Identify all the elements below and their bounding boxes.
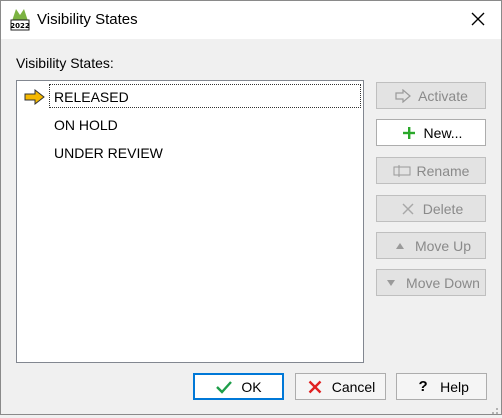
x-icon [399,201,417,217]
x-icon [306,379,324,395]
cancel-button[interactable]: Cancel [295,373,386,400]
visibility-states-list[interactable]: RELEASED ON HOLD UNDER REVIEW [16,80,364,363]
list-item-under-review[interactable]: UNDER REVIEW [17,139,363,165]
list-item-released[interactable]: RELEASED [17,83,363,109]
move-down-label: Move Down [406,274,480,291]
list-item-label: ON HOLD [54,117,118,133]
title-bar[interactable]: 2022 Visibility States [1,1,501,39]
close-icon [471,12,485,29]
ok-button[interactable]: OK [193,373,284,400]
move-down-button[interactable]: Move Down [376,269,486,296]
activate-button[interactable]: Activate [376,82,486,109]
app-2022-icon: 2022 [10,7,30,31]
close-button[interactable] [463,7,493,33]
dialog-title: Visibility States [37,11,138,28]
help-label: Help [440,378,469,395]
resize-grip[interactable] [489,402,499,414]
cancel-label: Cancel [331,378,376,395]
help-button[interactable]: ? Help [396,373,487,400]
svg-text:2022: 2022 [10,22,30,30]
triangle-down-icon [382,275,400,291]
move-up-button[interactable]: Move Up [376,232,486,259]
delete-button[interactable]: Delete [376,195,486,222]
list-item-label: RELEASED [54,89,129,105]
new-label: New... [423,124,463,141]
question-icon: ? [418,378,428,395]
activate-label: Activate [418,87,468,104]
list-item-label: UNDER REVIEW [54,145,163,161]
ok-label: OK [241,378,262,395]
arrow-right-icon [394,88,412,104]
new-button[interactable]: New... [376,119,486,146]
move-up-label: Move Up [414,237,472,254]
checkmark-icon [215,379,233,395]
rename-icon [393,163,411,179]
delete-label: Delete [422,200,464,217]
list-item-on-hold[interactable]: ON HOLD [17,111,363,137]
active-arrow-icon [24,88,46,106]
plus-icon [400,125,418,141]
visibility-states-dialog: 2022 Visibility States Visibility States… [0,0,502,415]
triangle-up-icon [391,238,409,254]
rename-label: Rename [416,162,470,179]
visibility-states-label: Visibility States: [16,55,114,71]
rename-button[interactable]: Rename [376,157,486,184]
